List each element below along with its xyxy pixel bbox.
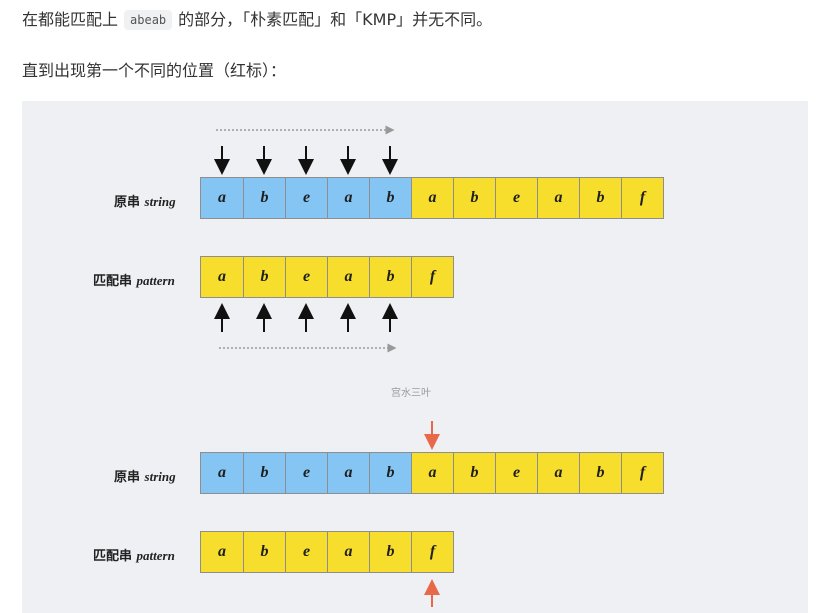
top-string-cell: a <box>537 178 579 218</box>
top-pattern-cell: f <box>411 257 453 297</box>
top-pattern-label: 匹配串 pattern <box>93 273 175 289</box>
kmp-diagram: 原串 string abeababeabf 匹配串 pattern abeabf… <box>22 101 808 613</box>
top-string-row: abeababeabf <box>200 177 664 219</box>
bottom-string-cell: a <box>201 453 243 493</box>
top-string-cell: b <box>243 178 285 218</box>
watermark: 宫水三叶 <box>391 388 431 399</box>
top-pattern-row: abeabf <box>200 256 454 298</box>
bottom-pattern-cell: b <box>369 532 411 572</box>
top-string-cell: e <box>285 178 327 218</box>
bottom-pattern-cell: a <box>327 532 369 572</box>
bottom-string-cell: b <box>243 453 285 493</box>
top-pattern-cell: b <box>369 257 411 297</box>
bottom-string-cell: f <box>621 453 663 493</box>
top-string-label: 原串 string <box>114 194 176 210</box>
top-string-cell: a <box>411 178 453 218</box>
bottom-string-cell: e <box>495 453 537 493</box>
top-string-cell: a <box>327 178 369 218</box>
bottom-string-cell: a <box>327 453 369 493</box>
bottom-string-cell: e <box>285 453 327 493</box>
top-pattern-cell: a <box>327 257 369 297</box>
bottom-pattern-row: abeabf <box>200 531 454 573</box>
bottom-pattern-cell: a <box>201 532 243 572</box>
bottom-string-row: abeababeabf <box>200 452 664 494</box>
bottom-string-cell: a <box>411 453 453 493</box>
bottom-string-cell: a <box>537 453 579 493</box>
bottom-pattern-cell: e <box>285 532 327 572</box>
top-pattern-cell: b <box>243 257 285 297</box>
top-string-cell: b <box>579 178 621 218</box>
top-string-cell: f <box>621 178 663 218</box>
bottom-pattern-label: 匹配串 pattern <box>93 548 175 564</box>
top-string-cell: a <box>201 178 243 218</box>
intro-text-part1: 在都能匹配上 <box>22 10 119 29</box>
intro-sentence: 在都能匹配上 abeab 的部分，「朴素匹配」和「KMP」并无不同。 <box>22 8 492 32</box>
bottom-string-cell: b <box>453 453 495 493</box>
top-string-cell: b <box>369 178 411 218</box>
bottom-pattern-cell: b <box>243 532 285 572</box>
bottom-pattern-cell: f <box>411 532 453 572</box>
inline-code: abeab <box>124 10 173 30</box>
top-pattern-cell: a <box>201 257 243 297</box>
top-string-cell: e <box>495 178 537 218</box>
bottom-string-cell: b <box>369 453 411 493</box>
top-pattern-cell: e <box>285 257 327 297</box>
bottom-string-cell: b <box>579 453 621 493</box>
top-string-cell: b <box>453 178 495 218</box>
intro-text-part2: 的部分，「朴素匹配」和「KMP」并无不同。 <box>178 10 493 29</box>
bottom-string-label: 原串 string <box>114 469 176 485</box>
intro-second-line: 直到出现第一个不同的位置（红标）： <box>22 61 287 80</box>
